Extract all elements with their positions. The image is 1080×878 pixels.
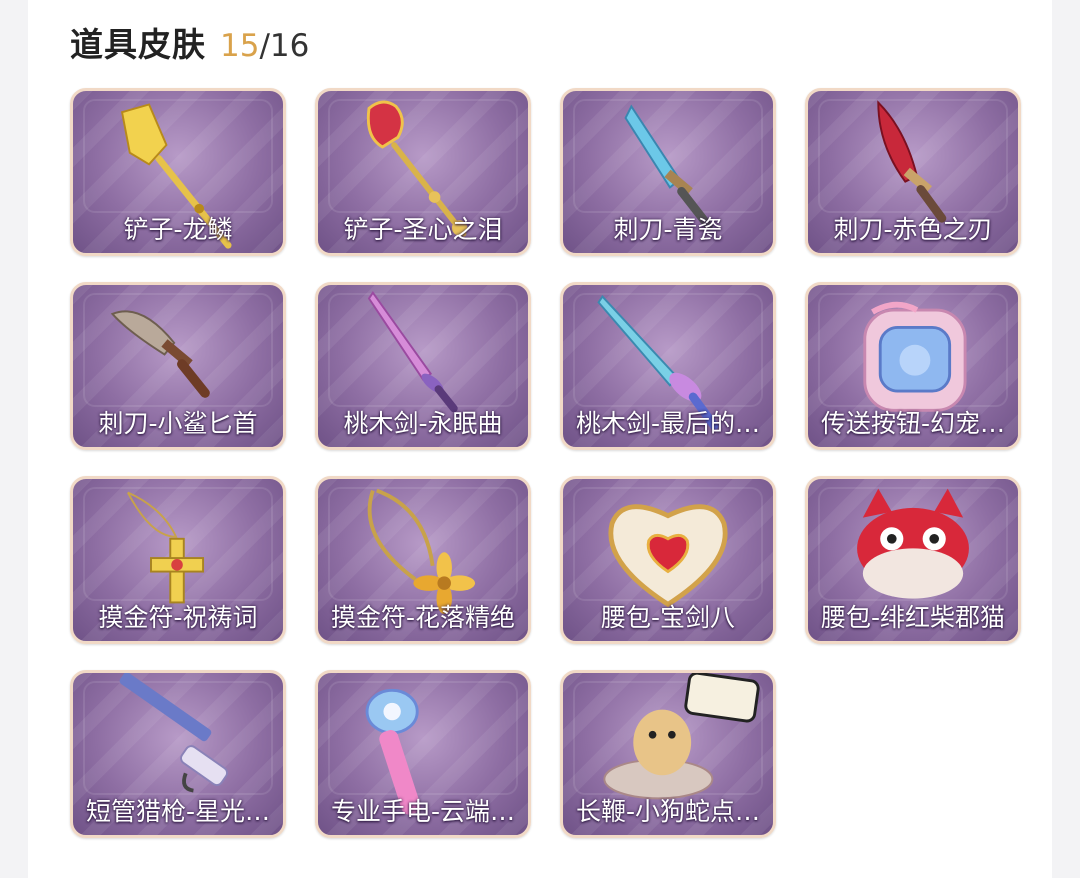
skin-label: 摸金符-花落精绝 (330, 603, 516, 632)
skin-label: 铲子-龙鳞 (123, 215, 233, 244)
skin-card[interactable]: 腰包-绯红柴郡猫 (805, 476, 1021, 644)
skin-label: 传送按钮-幻宠… (820, 409, 1006, 438)
skin-card[interactable]: 桃木剑-最后的… (560, 282, 776, 450)
section-title: 道具皮肤 (70, 25, 206, 64)
skin-card[interactable]: 桃木剑-永眠曲 (315, 282, 531, 450)
skin-label: 刺刀-青瓷 (613, 215, 723, 244)
skin-card[interactable]: 刺刀-青瓷 (560, 88, 776, 256)
section-header: 道具皮肤 15/16 (70, 18, 309, 66)
skin-panel: 道具皮肤 15/16 铲子-龙鳞 铲子-圣心之泪 刺刀-青瓷 刺刀-赤色之刃 刺… (28, 0, 1052, 878)
skin-card[interactable]: 专业手电-云端… (315, 670, 531, 838)
skin-label: 刺刀-赤色之刃 (833, 215, 993, 244)
skin-label: 刺刀-小鲨匕首 (98, 409, 258, 438)
skin-label: 腰包-宝剑八 (600, 603, 736, 632)
skin-label: 短管猎枪-星光… (85, 797, 271, 826)
skin-card[interactable]: 摸金符-花落精绝 (315, 476, 531, 644)
collection-count: 15/16 (220, 28, 309, 64)
skin-card[interactable]: 刺刀-小鲨匕首 (70, 282, 286, 450)
skin-card[interactable]: 铲子-圣心之泪 (315, 88, 531, 256)
owned-count: 15 (220, 28, 260, 64)
skin-label: 摸金符-祝祷词 (98, 603, 258, 632)
skin-label: 桃木剑-永眠曲 (343, 409, 503, 438)
skin-card[interactable]: 腰包-宝剑八 (560, 476, 776, 644)
skin-card[interactable]: 摸金符-祝祷词 (70, 476, 286, 644)
skin-label: 专业手电-云端… (330, 797, 516, 826)
skin-label: 桃木剑-最后的… (575, 409, 761, 438)
skin-card[interactable]: 长鞭-小狗蛇点… (560, 670, 776, 838)
skin-card[interactable]: 传送按钮-幻宠… (805, 282, 1021, 450)
skin-card[interactable]: 铲子-龙鳞 (70, 88, 286, 256)
total-count: /16 (259, 28, 310, 64)
skin-grid: 铲子-龙鳞 铲子-圣心之泪 刺刀-青瓷 刺刀-赤色之刃 刺刀-小鲨匕首 桃木剑-… (70, 88, 1021, 838)
skin-label: 长鞭-小狗蛇点… (575, 797, 761, 826)
skin-card[interactable]: 短管猎枪-星光… (70, 670, 286, 838)
skin-label: 铲子-圣心之泪 (343, 215, 503, 244)
skin-label: 腰包-绯红柴郡猫 (820, 603, 1006, 632)
skin-card[interactable]: 刺刀-赤色之刃 (805, 88, 1021, 256)
